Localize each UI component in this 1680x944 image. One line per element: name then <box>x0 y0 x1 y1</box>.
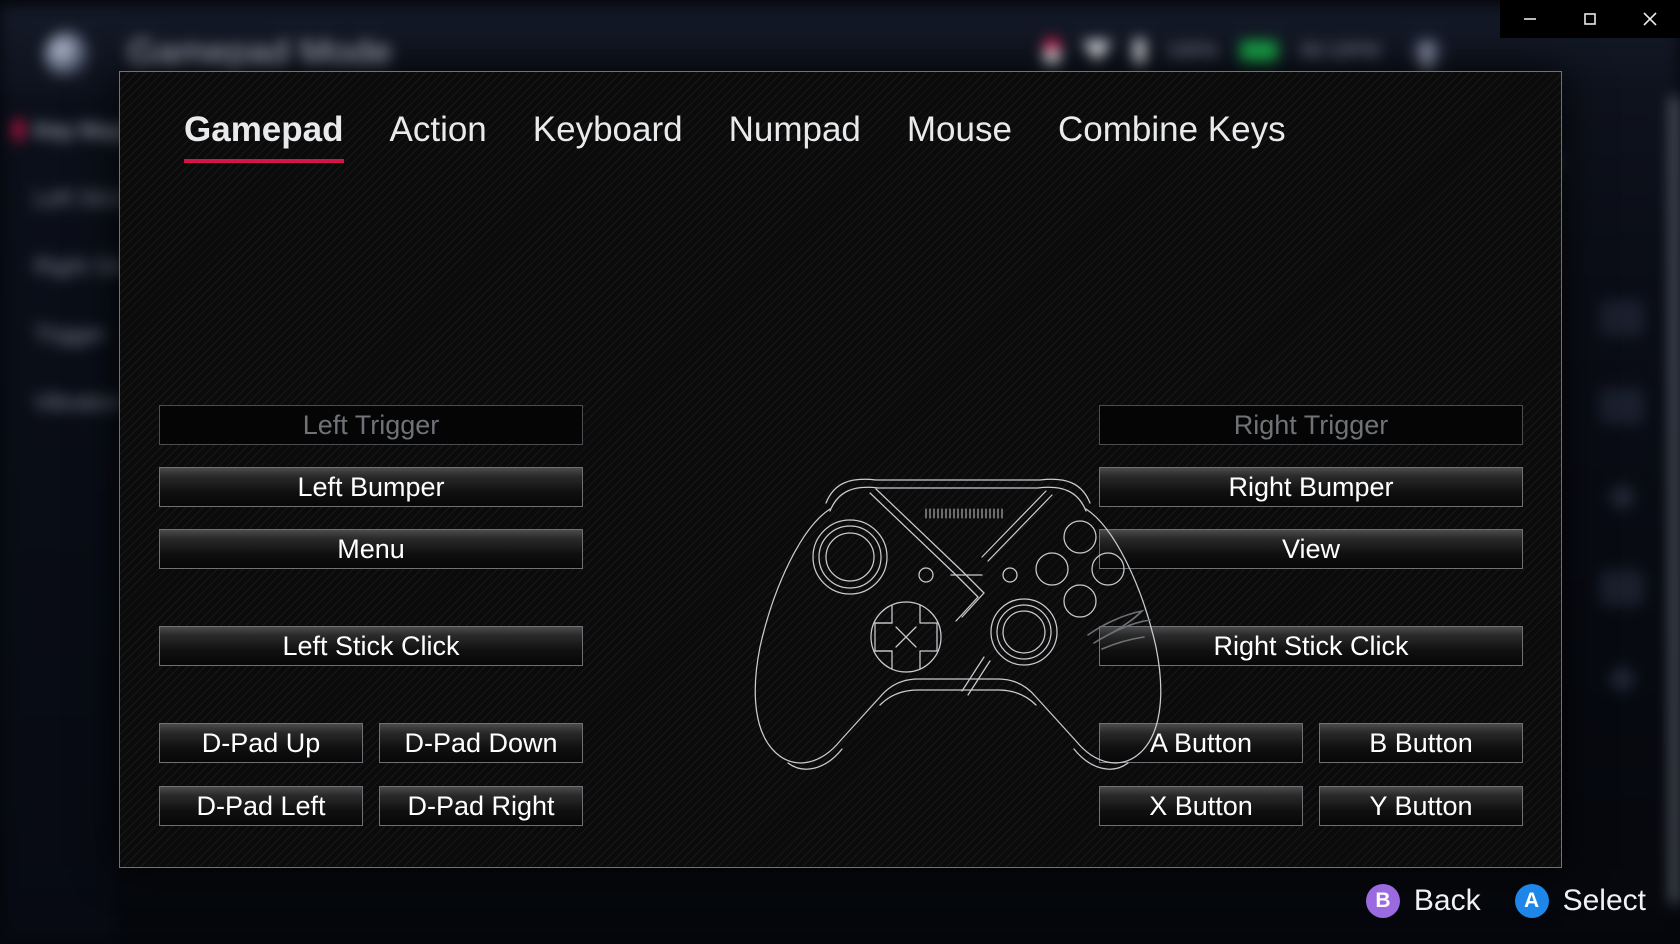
dpad-icon[interactable] <box>1601 476 1643 518</box>
wifi-icon <box>1081 41 1112 63</box>
back-label: Back <box>1413 884 1481 917</box>
sidebar-item-trigger[interactable]: Trigger <box>2 300 114 368</box>
save-icon[interactable] <box>1600 388 1644 424</box>
b-button-badge-icon: B <box>1365 884 1400 918</box>
dpad-right-button[interactable]: D-Pad Right <box>379 786 583 826</box>
tab-bar: Gamepad Action Keyboard Numpad Mouse Com… <box>184 110 1286 163</box>
dpad-row-top: D-Pad Up D-Pad Down <box>159 723 583 763</box>
window-controls <box>1500 0 1680 38</box>
sidebar-item-label: Left Stick <box>34 184 129 211</box>
screen-root: Gamepad Mode 100% 06:10PM Key Mapping Le… <box>0 0 1680 944</box>
right-trigger-button: Right Trigger <box>1099 405 1523 445</box>
status-bar: 100% 06:10PM <box>1043 32 1380 72</box>
bluetooth-icon <box>1133 39 1145 65</box>
dpad-down-button[interactable]: D-Pad Down <box>379 723 583 763</box>
sidebar-item-label: Trigger <box>34 320 106 347</box>
face-button-row-bottom: X Button Y Button <box>1099 786 1523 826</box>
tab-mouse[interactable]: Mouse <box>907 110 1012 163</box>
view-button[interactable]: View <box>1099 529 1523 569</box>
edit-icon[interactable] <box>1600 300 1644 336</box>
a-button-badge-icon: A <box>1514 884 1549 918</box>
select-hint[interactable]: A Select <box>1514 884 1646 918</box>
tab-combine-keys[interactable]: Combine Keys <box>1058 110 1286 163</box>
b-button[interactable]: B Button <box>1319 723 1523 763</box>
back-hint[interactable]: B Back <box>1365 884 1481 918</box>
left-stick-click-button[interactable]: Left Stick Click <box>159 626 583 666</box>
tab-gamepad[interactable]: Gamepad <box>184 110 344 163</box>
left-binding-column: Left Trigger Left Bumper Menu Left Stick… <box>159 405 583 826</box>
notification-icon <box>1043 39 1060 65</box>
avatar <box>1410 36 1444 70</box>
a-button[interactable]: A Button <box>1099 723 1303 763</box>
page-title: Gamepad Mode <box>128 32 393 73</box>
clock-label: 06:10PM <box>1299 40 1380 63</box>
action-hints-bar: B Back A Select <box>1365 884 1646 918</box>
dpad-left-button[interactable]: D-Pad Left <box>159 786 363 826</box>
tab-keyboard[interactable]: Keyboard <box>533 110 683 163</box>
key-binding-modal: Gamepad Action Keyboard Numpad Mouse Com… <box>119 71 1562 868</box>
battery-percent-label: 100% <box>1166 40 1218 63</box>
vibration-icon[interactable] <box>1601 658 1643 700</box>
right-bumper-button[interactable]: Right Bumper <box>1099 467 1523 507</box>
face-button-row-top: A Button B Button <box>1099 723 1523 763</box>
tab-action[interactable]: Action <box>390 110 487 163</box>
select-label: Select <box>1562 884 1646 917</box>
scrollbar[interactable] <box>1671 96 1678 904</box>
battery-icon <box>1239 41 1278 63</box>
sidebar: Key Mapping Left Stick Right Stick Trigg… <box>2 96 168 944</box>
right-stick-click-button[interactable]: Right Stick Click <box>1099 626 1523 666</box>
x-button[interactable]: X Button <box>1099 786 1303 826</box>
dpad-row-bottom: D-Pad Left D-Pad Right <box>159 786 583 826</box>
sidebar-item-right-stick[interactable]: Right Stick <box>2 232 144 300</box>
maximize-button[interactable] <box>1560 0 1620 38</box>
y-button[interactable]: Y Button <box>1319 786 1523 826</box>
right-icon-rail <box>1576 300 1668 700</box>
minimize-button[interactable] <box>1500 0 1560 38</box>
armoury-crate-logo <box>44 32 90 78</box>
stick-icon[interactable] <box>1600 570 1644 606</box>
menu-button[interactable]: Menu <box>159 529 583 569</box>
left-trigger-button: Left Trigger <box>159 405 583 445</box>
right-binding-column: Right Trigger Right Bumper View Right St… <box>1099 405 1523 826</box>
sidebar-item-label: Vibration <box>34 388 125 415</box>
dpad-up-button[interactable]: D-Pad Up <box>159 723 363 763</box>
tab-numpad[interactable]: Numpad <box>729 110 861 163</box>
sidebar-item-vibration[interactable]: Vibration <box>2 368 124 436</box>
sidebar-item-left-stick[interactable]: Left Stick <box>2 164 129 232</box>
left-bumper-button[interactable]: Left Bumper <box>159 467 583 507</box>
close-button[interactable] <box>1620 0 1680 38</box>
sidebar-item-key-mapping[interactable]: Key Mapping <box>2 96 168 164</box>
